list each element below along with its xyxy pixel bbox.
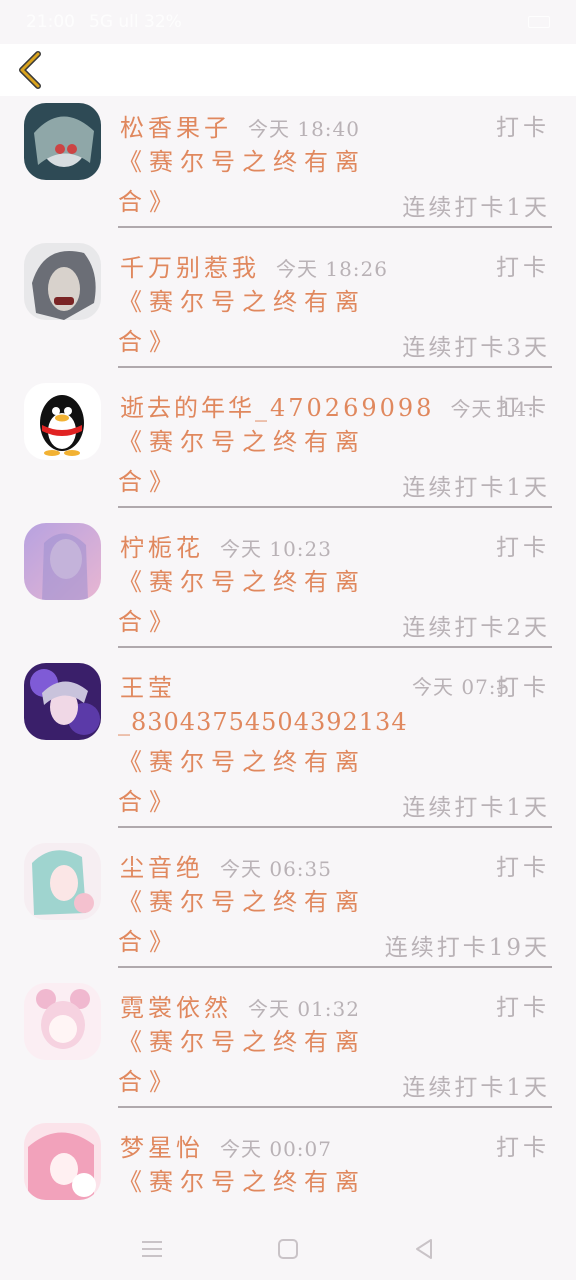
list-item[interactable]: 千万别惹我 今天 18:26 打卡 《赛尔号之终有离 合》 连续打卡3天 xyxy=(0,236,576,376)
menu-icon[interactable] xyxy=(139,1236,165,1262)
checkin-button[interactable]: 打卡 xyxy=(496,388,550,422)
book-title-line: 《赛尔号之终有离 xyxy=(118,888,366,916)
checkin-time: 今天 01:32 xyxy=(248,997,360,1021)
checkin-button[interactable]: 打卡 xyxy=(496,988,550,1022)
chevron-left-icon xyxy=(19,51,41,89)
name-row: 逝去的年华_470269098 今天 14: xyxy=(120,388,535,422)
user-name[interactable]: 尘音绝 xyxy=(120,848,204,883)
divider xyxy=(118,826,552,828)
qq-penguin-icon xyxy=(24,383,101,460)
book-title-line: 合》 xyxy=(118,608,180,636)
user-name-line2: _83043754504392134 xyxy=(118,708,408,736)
book-title-line: 《赛尔号之终有离 xyxy=(118,148,366,176)
book-title-line: 《赛尔号之终有离 xyxy=(118,288,366,316)
checkin-button[interactable]: 打卡 xyxy=(496,108,550,142)
book-title[interactable]: 《赛尔号之终有离 合》 xyxy=(118,562,368,642)
book-title[interactable]: 《赛尔号之终有离 xyxy=(118,1162,368,1202)
checkin-time: 今天 18:40 xyxy=(248,117,360,141)
checkin-button[interactable]: 打卡 xyxy=(496,1128,550,1162)
name-row: 王莹 xyxy=(120,668,176,702)
status-bar: 21:00 5G ull 32% xyxy=(0,0,576,44)
avatar[interactable] xyxy=(24,1123,101,1200)
book-title-line: 《赛尔号之终有离 xyxy=(118,748,366,776)
divider xyxy=(118,506,552,508)
checkin-time: 今天 10:23 xyxy=(220,537,332,561)
avatar[interactable] xyxy=(24,983,101,1060)
book-title[interactable]: 《赛尔号之终有离 合》 xyxy=(118,1022,368,1102)
list-item[interactable]: 松香果子 今天 18:40 打卡 《赛尔号之终有离 合》 连续打卡1天 xyxy=(0,96,576,236)
list-item[interactable]: 霓裳依然 今天 01:32 打卡 《赛尔号之终有离 合》 连续打卡1天 xyxy=(0,976,576,1116)
checkin-button[interactable]: 打卡 xyxy=(496,248,550,282)
avatar[interactable] xyxy=(24,663,101,740)
name-row: 尘音绝 今天 06:35 xyxy=(120,848,332,882)
user-name[interactable]: 逝去的年华_470269098 xyxy=(120,388,434,423)
list-item[interactable]: 梦星怡 今天 00:07 打卡 《赛尔号之终有离 xyxy=(0,1116,576,1218)
book-title-line: 合》 xyxy=(118,788,180,816)
checkin-button[interactable]: 打卡 xyxy=(496,848,550,882)
list-item[interactable]: 柠栀花 今天 10:23 打卡 《赛尔号之终有离 合》 连续打卡2天 xyxy=(0,516,576,656)
status-signal: 5G ull 32% xyxy=(89,12,182,32)
divider xyxy=(118,226,552,228)
checkin-list: 松香果子 今天 18:40 打卡 《赛尔号之终有离 合》 连续打卡1天 千万别惹… xyxy=(0,96,576,1218)
status-time: 21:00 xyxy=(26,12,75,32)
divider xyxy=(118,646,552,648)
book-title-line: 《赛尔号之终有离 xyxy=(118,1028,366,1056)
checkin-time: 今天 00:07 xyxy=(220,1137,332,1161)
streak-text: 连续打卡1天 xyxy=(402,195,550,221)
streak-text: 连续打卡3天 xyxy=(402,335,550,361)
book-title[interactable]: 《赛尔号之终有离 合》 xyxy=(118,282,368,362)
avatar[interactable] xyxy=(24,383,101,460)
book-title-line: 《赛尔号之终有离 xyxy=(118,1168,366,1196)
user-name[interactable]: 柠栀花 xyxy=(120,528,204,563)
name-row: 柠栀花 今天 10:23 xyxy=(120,528,332,562)
avatar[interactable] xyxy=(24,243,101,320)
checkin-button[interactable]: 打卡 xyxy=(496,528,550,562)
name-row: 梦星怡 今天 00:07 xyxy=(120,1128,332,1162)
divider xyxy=(118,966,552,968)
book-title-line: 合》 xyxy=(118,1068,180,1096)
battery-icon xyxy=(528,16,550,28)
streak-text: 连续打卡2天 xyxy=(402,615,550,641)
list-item[interactable]: 尘音绝 今天 06:35 打卡 《赛尔号之终有离 合》 连续打卡19天 xyxy=(0,836,576,976)
book-title-line: 《赛尔号之终有离 xyxy=(118,428,366,456)
checkin-button[interactable]: 打卡 xyxy=(496,668,550,702)
book-title-line: 合》 xyxy=(118,328,180,356)
list-item[interactable]: 逝去的年华_470269098 今天 14: 打卡 《赛尔号之终有离 合》 连续… xyxy=(0,376,576,516)
streak-text: 连续打卡1天 xyxy=(402,795,550,821)
streak-text: 连续打卡1天 xyxy=(402,475,550,501)
avatar[interactable] xyxy=(24,103,101,180)
streak-text: 连续打卡19天 xyxy=(384,935,550,961)
book-title[interactable]: 《赛尔号之终有离 合》 xyxy=(118,422,368,502)
back-triangle-icon[interactable] xyxy=(411,1236,437,1262)
home-icon[interactable] xyxy=(275,1236,301,1262)
name-row: 霓裳依然 今天 01:32 xyxy=(120,988,360,1022)
name-row: 千万别惹我 今天 18:26 xyxy=(120,248,388,282)
book-title-line: 《赛尔号之终有离 xyxy=(118,568,366,596)
book-title-line: 合》 xyxy=(118,928,180,956)
user-name[interactable]: 王莹 xyxy=(120,668,176,703)
book-title[interactable]: 《赛尔号之终有离 合》 xyxy=(118,882,368,962)
back-button[interactable] xyxy=(12,50,48,90)
system-nav-bar xyxy=(0,1218,576,1280)
divider xyxy=(118,1106,552,1108)
book-title-line: 合》 xyxy=(118,188,180,216)
checkin-time: 今天 06:35 xyxy=(220,857,332,881)
user-name[interactable]: 霓裳依然 xyxy=(120,988,232,1023)
list-item[interactable]: 王莹 今天 07:5 打卡 _83043754504392134 《赛尔号之终有… xyxy=(0,656,576,836)
book-title[interactable]: _83043754504392134 《赛尔号之终有离 合》 xyxy=(118,702,418,822)
divider xyxy=(118,366,552,368)
avatar[interactable] xyxy=(24,843,101,920)
book-title[interactable]: 《赛尔号之终有离 合》 xyxy=(118,142,368,222)
streak-text: 连续打卡1天 xyxy=(402,1075,550,1101)
name-row: 松香果子 今天 18:40 xyxy=(120,108,360,142)
avatar[interactable] xyxy=(24,523,101,600)
user-name[interactable]: 梦星怡 xyxy=(120,1128,204,1163)
top-bar xyxy=(0,44,576,96)
checkin-time: 今天 18:26 xyxy=(276,257,388,281)
user-name[interactable]: 千万别惹我 xyxy=(120,248,260,283)
user-name[interactable]: 松香果子 xyxy=(120,108,232,143)
book-title-line: 合》 xyxy=(118,468,180,496)
